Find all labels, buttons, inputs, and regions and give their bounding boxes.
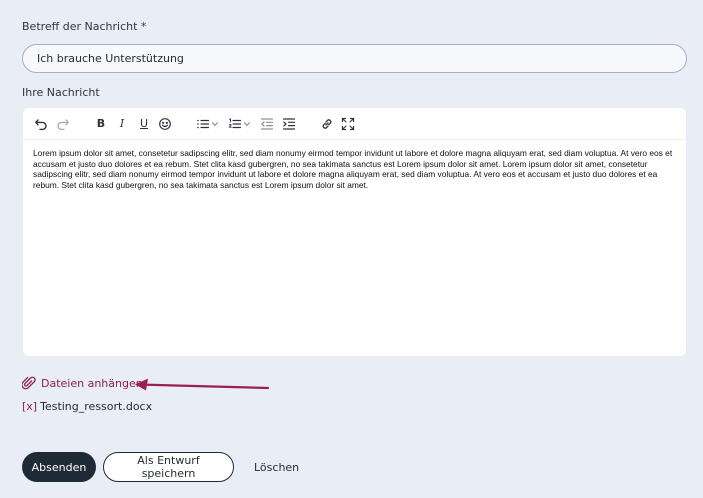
- editor-toolbar: B I U: [23, 108, 686, 140]
- bold-icon[interactable]: B: [93, 116, 109, 132]
- chevron-down-icon[interactable]: [210, 116, 220, 132]
- save-draft-button[interactable]: Als Entwurf speichern: [103, 452, 234, 482]
- subject-input[interactable]: [22, 44, 687, 73]
- delete-button[interactable]: Löschen: [246, 452, 307, 482]
- attached-file-name: Testing_ressort.docx: [40, 400, 153, 413]
- message-editor[interactable]: B I U Lorem ipsum dolor sit amet, conset…: [23, 108, 686, 356]
- message-body[interactable]: Lorem ipsum dolor sit amet, consetetur s…: [33, 148, 677, 191]
- submit-button[interactable]: Absenden: [22, 452, 96, 482]
- link-icon[interactable]: [319, 116, 335, 132]
- outdent-icon[interactable]: [259, 116, 275, 132]
- fullscreen-icon[interactable]: [340, 116, 356, 132]
- message-label: Ihre Nachricht: [22, 86, 100, 99]
- paperclip-icon: [22, 376, 36, 390]
- annotation-arrow: [135, 378, 270, 391]
- undo-icon[interactable]: [33, 116, 49, 132]
- remove-file-button[interactable]: [x]: [22, 400, 37, 413]
- chevron-down-icon[interactable]: [242, 116, 252, 132]
- redo-icon[interactable]: [55, 116, 71, 132]
- attach-files-link[interactable]: Dateien anhängen: [22, 376, 143, 390]
- underline-label: U: [139, 117, 149, 130]
- attached-file-row: [x] Testing_ressort.docx: [22, 400, 152, 413]
- numbered-list-icon[interactable]: [227, 116, 243, 132]
- bold-label: B: [96, 117, 106, 130]
- attach-files-label: Dateien anhängen: [41, 376, 143, 390]
- indent-icon[interactable]: [281, 116, 297, 132]
- italic-label: I: [119, 117, 125, 130]
- bullet-list-icon[interactable]: [195, 116, 211, 132]
- italic-icon[interactable]: I: [114, 116, 130, 132]
- underline-icon[interactable]: U: [136, 116, 152, 132]
- subject-label: Betreff der Nachricht *: [22, 20, 147, 33]
- emoji-icon[interactable]: [157, 116, 173, 132]
